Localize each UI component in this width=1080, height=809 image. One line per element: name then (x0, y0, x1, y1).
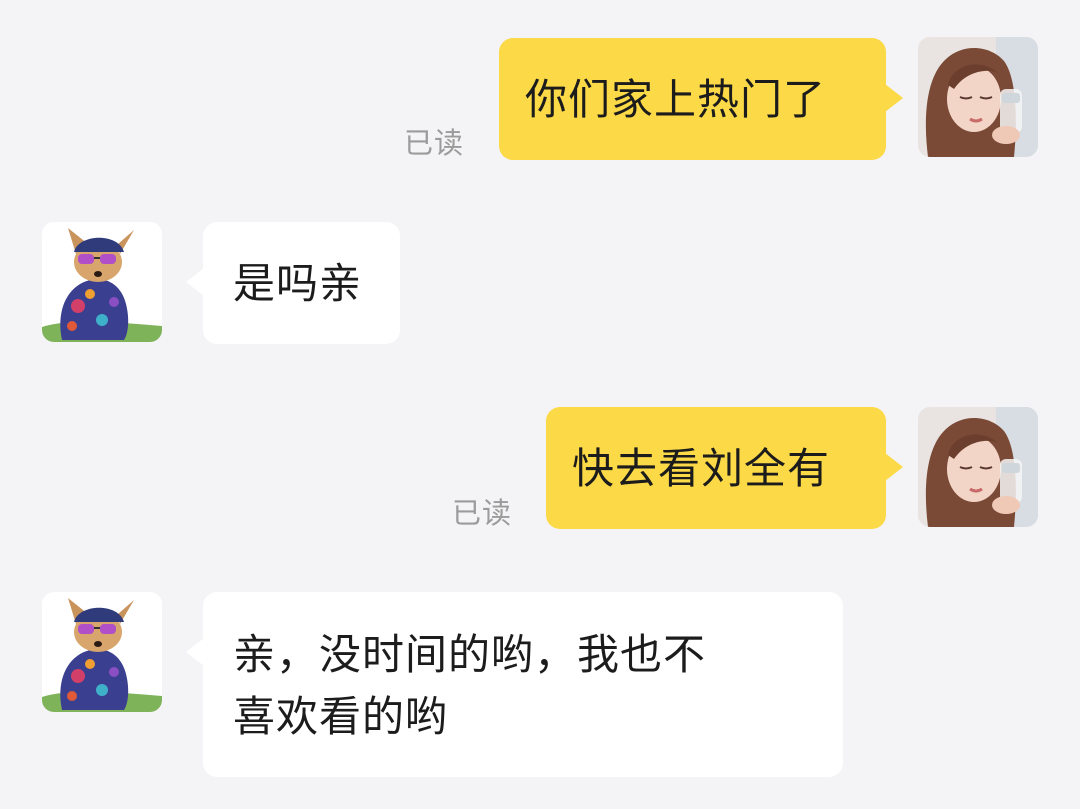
message-text-line: 喜欢看的哟 (233, 692, 449, 741)
message-text: 快去看刘全有 (572, 444, 831, 493)
puppy-avatar[interactable] (42, 592, 162, 712)
puppy-avatar[interactable] (42, 222, 162, 342)
chat-thread: 已读 你们家上热门了 是吗亲 已读 快去看刘全有 亲，没时间的哟，我也不 喜欢看… (0, 0, 1080, 809)
message-text: 你们家上热门了 (525, 75, 827, 124)
user-photo-avatar[interactable] (918, 37, 1038, 157)
puppy-image (42, 592, 162, 712)
read-status: 已读 (404, 126, 465, 160)
portrait-image (918, 37, 1038, 157)
message-text: 是吗亲 (233, 259, 363, 308)
message-text-line: 亲，没时间的哟，我也不 (233, 630, 707, 679)
message-bubble-incoming[interactable]: 是吗亲 (186, 222, 400, 344)
message-bubble-outgoing[interactable]: 快去看刘全有 (546, 407, 903, 529)
read-status: 已读 (452, 496, 513, 530)
user-photo-avatar[interactable] (918, 407, 1038, 527)
message-bubble-outgoing[interactable]: 你们家上热门了 (499, 38, 903, 160)
puppy-image (42, 222, 162, 342)
portrait-image (918, 407, 1038, 527)
message-bubble-incoming[interactable]: 亲，没时间的哟，我也不 喜欢看的哟 (186, 592, 843, 777)
